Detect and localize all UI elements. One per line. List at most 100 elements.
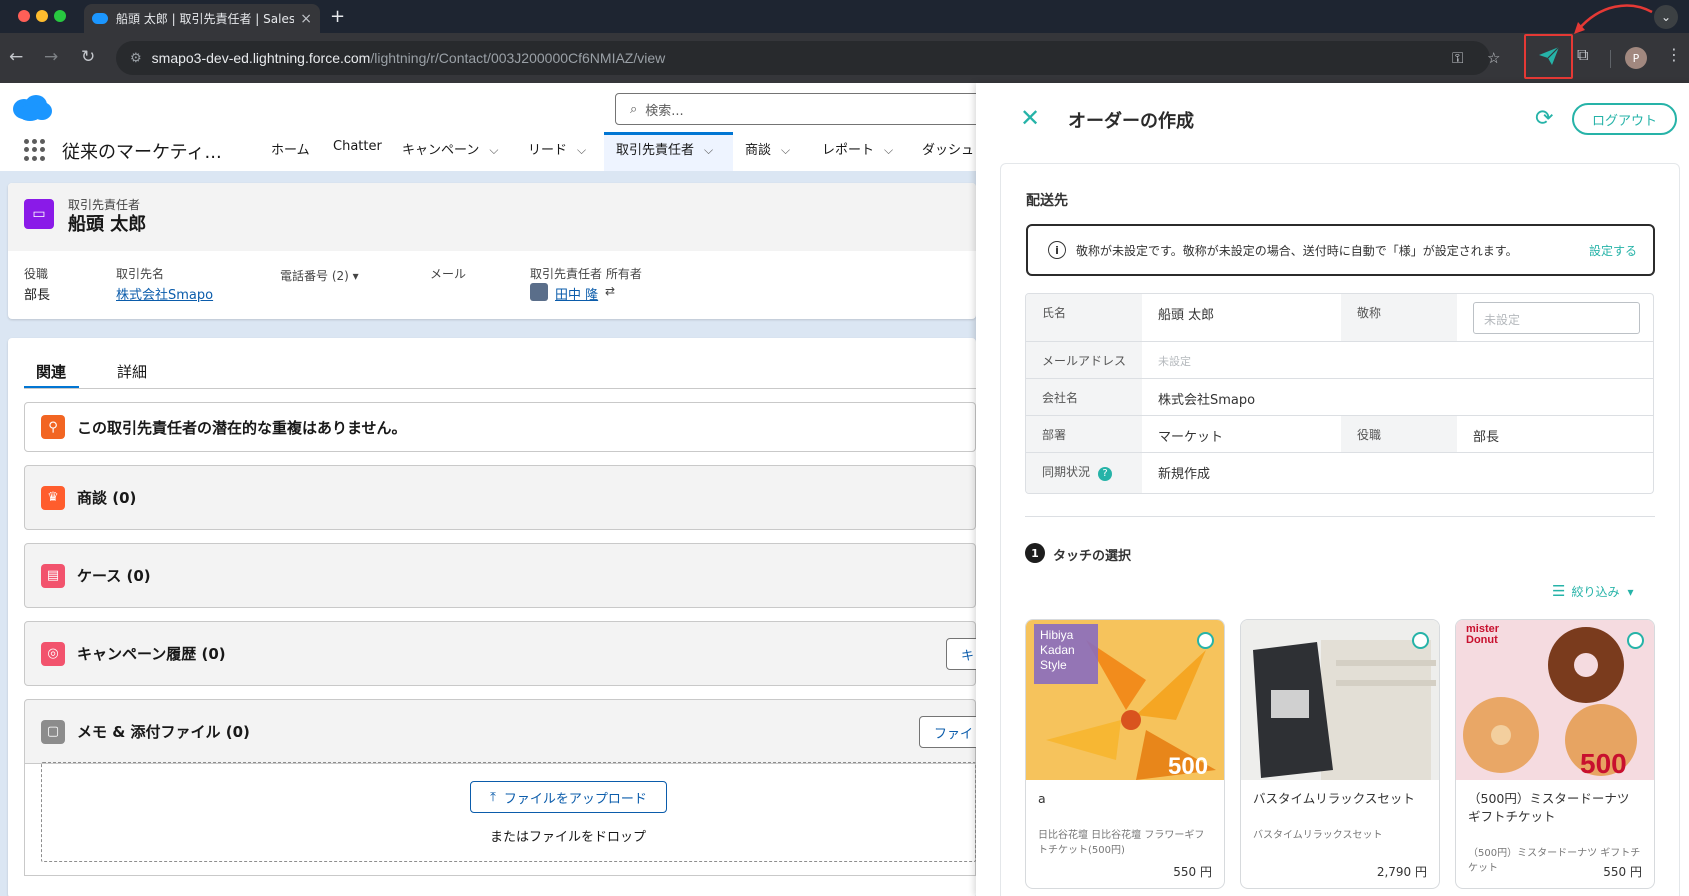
product-image-logo-text: mister Donut (1466, 623, 1500, 646)
title-value: 部長 (24, 288, 51, 303)
forward-button[interactable]: → (44, 47, 58, 67)
app-name: 従来のマーケティ... (62, 142, 222, 163)
close-window-button[interactable] (18, 10, 30, 22)
upload-icon: ⤒ (490, 789, 496, 805)
caret-down-icon: ▾ (1627, 585, 1634, 599)
app-launcher-icon[interactable] (24, 139, 46, 161)
salesforce-logo-icon[interactable] (10, 94, 54, 122)
chevron-down-icon: ⌵ (577, 143, 587, 157)
product-price: 550 円 (1173, 865, 1212, 879)
email-label: メール (430, 267, 467, 281)
nav-item-report[interactable]: レポート ⌵ (822, 139, 893, 163)
minimize-window-button[interactable] (36, 10, 48, 22)
caret-down-icon: ▾ (352, 269, 359, 283)
chevron-down-icon: ⌵ (884, 143, 894, 157)
tab-title: 船頭 太郎 | 取引先責任者 | Salesf (116, 12, 295, 26)
reload-button[interactable]: ↻ (81, 47, 95, 67)
filter-button[interactable]: ☰ 絞り込み ▾ (1552, 582, 1634, 600)
url-host: smapo3-dev-ed.lightning.force.com (151, 50, 371, 66)
record-name: 船頭 太郎 (68, 214, 147, 235)
panel-title: オーダーの作成 (1068, 111, 1194, 132)
field-row-company: 会社名 株式会社Smapo (1026, 379, 1653, 416)
contact-icon: ▭ (24, 199, 54, 229)
related-campaign-history-card[interactable]: ◎ キャンペーン履歴 (0) (24, 621, 976, 686)
owner-avatar (530, 283, 548, 301)
product-image-amount: 500 (1580, 748, 1627, 779)
nav-item-chatter[interactable]: Chatter (333, 139, 382, 163)
logout-button[interactable]: ログアウト (1572, 103, 1677, 135)
address-bar[interactable]: ⚙ smapo3-dev-ed.lightning.force.com/ligh… (116, 41, 1500, 75)
shipping-fields-table: 氏名 船頭 太郎 敬称 未設定 メールアドレス 未設定 会社名 株式会社Smap… (1025, 293, 1654, 494)
case-briefcase-icon: ▤ (41, 563, 65, 588)
related-opportunity-card[interactable]: ♛ 商談 (0) (24, 465, 976, 530)
product-radio[interactable] (1197, 632, 1214, 649)
send-extension-icon[interactable] (1538, 46, 1560, 66)
chrome-menu-icon[interactable]: ⋮ (1666, 45, 1682, 64)
nav-item-lead[interactable]: リード ⌵ (528, 139, 586, 163)
highlights-header (8, 183, 976, 251)
bookmark-star-icon[interactable]: ☆ (1487, 49, 1500, 67)
field-row-email: メールアドレス 未設定 (1026, 342, 1653, 379)
tab-divider (24, 388, 976, 389)
nav-item-home[interactable]: ホーム (271, 139, 310, 163)
global-search-input[interactable]: ⌕ 検索... (615, 93, 985, 125)
product-card[interactable]: mister Donut 500 （500円）ミスタードーナツ ギフトチケット … (1455, 619, 1655, 889)
duplicate-notice-card: ⚲ この取引先責任者の潜在的な重複はありません。 (24, 402, 976, 452)
nav-item-dashboard[interactable]: ダッシュ (922, 139, 974, 163)
maximize-window-button[interactable] (54, 10, 66, 22)
info-icon: i (1048, 241, 1066, 259)
account-link[interactable]: 株式会社Smapo (116, 284, 213, 303)
product-radio[interactable] (1627, 632, 1644, 649)
nav-item-contact[interactable]: 取引先責任者 ⌵ (616, 139, 713, 163)
email-value: 未設定 (1158, 355, 1191, 368)
role-value: 部長 (1473, 430, 1500, 445)
filter-sliders-icon: ☰ (1552, 582, 1566, 600)
profile-avatar[interactable]: P (1625, 47, 1647, 69)
product-price: 550 円 (1603, 865, 1642, 879)
tab-related[interactable]: 関連 (36, 361, 66, 382)
nav-item-opportunity[interactable]: 商談 ⌵ (745, 139, 790, 163)
related-notes-card[interactable]: ▢ メモ & 添付ファイル (0) (24, 699, 976, 764)
product-name: バスタイムリラックスセット (1253, 791, 1415, 806)
section-divider (1025, 516, 1655, 517)
notes-file-icon: ▢ (41, 719, 65, 744)
refresh-icon[interactable]: ⟳ (1535, 106, 1553, 131)
phone-label[interactable]: 電話番号 (2) ▾ (280, 267, 359, 284)
honorific-input[interactable]: 未設定 (1473, 302, 1640, 334)
new-tab-button[interactable]: + (330, 6, 345, 27)
site-info-icon[interactable]: ⚙ (130, 50, 142, 66)
back-button[interactable]: ← (9, 47, 23, 67)
extensions-puzzle-icon[interactable]: ⧉ (1577, 45, 1588, 65)
tab-search-button[interactable]: ⌄ (1654, 5, 1678, 29)
tab-close-icon[interactable]: × (300, 11, 312, 27)
change-owner-icon[interactable]: ⇄ (605, 284, 615, 298)
nav-item-campaign[interactable]: キャンペーン ⌵ (402, 139, 498, 163)
browser-tab-active[interactable]: 船頭 太郎 | 取引先責任者 | Salesf × (84, 4, 320, 33)
duplicate-icon: ⚲ (41, 415, 65, 439)
bath-set-image (1241, 620, 1439, 780)
related-case-card[interactable]: ▤ ケース (0) (24, 543, 976, 608)
upload-file-button[interactable]: ⤒ ファイルをアップロード (470, 781, 667, 813)
campaign-target-icon: ◎ (41, 641, 65, 666)
search-placeholder: 検索... (645, 103, 684, 119)
product-radio[interactable] (1412, 632, 1429, 649)
shipping-section-title: 配送先 (1026, 193, 1068, 209)
tab-detail[interactable]: 詳細 (117, 361, 147, 382)
toolbar-divider (1610, 50, 1611, 68)
honorific-notice: i 敬称が未設定です。敬称が未設定の場合、送付時に自動で「様」が設定されます。 … (1026, 224, 1655, 276)
product-name: （500円）ミスタードーナツ ギフトチケット (1468, 791, 1630, 824)
salesforce-favicon-icon (92, 13, 108, 24)
product-card[interactable]: バスタイムリラックスセット バスタイムリラックスセット 2,790 円 (1240, 619, 1440, 889)
product-card[interactable]: Hibiya Kadan Style 500 a 日比谷花壇 日比谷花壇 フラワ… (1025, 619, 1225, 889)
password-key-icon[interactable]: ⚿ (1452, 50, 1463, 67)
set-honorific-link[interactable]: 設定する (1589, 242, 1637, 259)
help-icon: ? (1098, 467, 1113, 481)
account-label: 取引先名 (116, 267, 165, 281)
owner-link[interactable]: 田中 隆 (555, 284, 598, 303)
drop-hint: またはファイルをドロップ (490, 830, 647, 845)
name-value: 船頭 太郎 (1158, 308, 1215, 323)
product-name: a (1038, 791, 1046, 806)
step-badge: 1 (1025, 543, 1045, 563)
close-panel-icon[interactable]: ✕ (1020, 104, 1040, 132)
product-description: バスタイムリラックスセット (1253, 830, 1383, 841)
